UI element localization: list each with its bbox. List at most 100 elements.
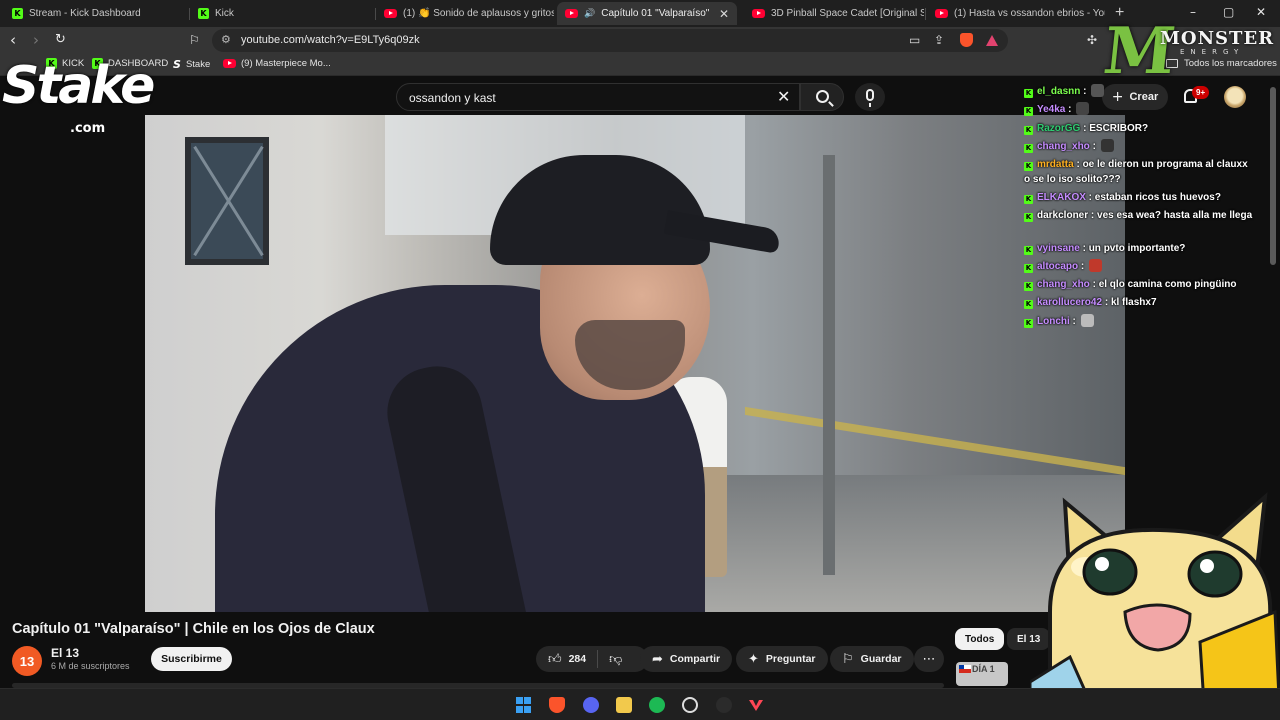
- tab-pinball[interactable]: 3D Pinball Space Cadet [Original Sou: [744, 2, 924, 25]
- maximize-icon[interactable]: ▢: [1223, 5, 1234, 19]
- kick-badge-icon: K: [1024, 162, 1033, 171]
- discord-icon[interactable]: [583, 697, 599, 713]
- voice-search-button[interactable]: [855, 83, 885, 111]
- url-text: youtube.com/watch?v=E9LTy6q09zk: [241, 34, 420, 46]
- chat-text: un pvto importante?: [1088, 243, 1186, 254]
- chat-message: Kkarollucero42 : kl flashx7: [1024, 297, 1157, 309]
- like-count[interactable]: 284: [569, 653, 587, 665]
- browser-tab-strip: K Stream - Kick Dashboard K Kick (1) 👏 S…: [0, 0, 1280, 27]
- chat-message: Kvyinsane : un pvto importante?: [1024, 243, 1186, 255]
- youtube-favicon-icon: [752, 9, 765, 18]
- brave-rewards-icon[interactable]: [986, 35, 998, 46]
- app-icon[interactable]: [716, 697, 732, 713]
- chat-username: chang_xho: [1037, 141, 1090, 152]
- share-page-icon[interactable]: ⇪: [934, 33, 944, 47]
- brave-browser-icon[interactable]: [549, 697, 565, 713]
- bookmark-stake[interactable]: S Stake: [173, 58, 210, 71]
- speaker-icon: 🔊: [584, 8, 596, 19]
- chat-username: karollucero42: [1037, 297, 1103, 308]
- reload-icon[interactable]: ↻: [55, 32, 66, 47]
- chat-message: Kchang_xho :: [1024, 139, 1254, 154]
- chat-message: Kchang_xho : el qlo camina como pingüino: [1024, 279, 1237, 291]
- sparkle-icon: ✦: [748, 651, 759, 667]
- emote-icon: [1080, 314, 1094, 327]
- save-button[interactable]: ⚐ Guardar: [830, 646, 914, 672]
- url-field[interactable]: ⚙ youtube.com/watch?v=E9LTy6q09zk: [212, 29, 1008, 52]
- minimize-icon[interactable]: –: [1190, 5, 1196, 19]
- share-button[interactable]: ➦ Compartir: [640, 646, 733, 672]
- close-tab-icon[interactable]: ✕: [719, 7, 729, 21]
- ask-button[interactable]: ✦ Preguntar: [736, 646, 828, 672]
- close-window-icon[interactable]: ✕: [1256, 5, 1266, 19]
- chat-username: altocapo: [1037, 261, 1079, 272]
- all-bookmarks-button[interactable]: Todos los marcadores: [1166, 58, 1277, 69]
- chat-text: estaban ricos tus huevos?: [1094, 192, 1221, 203]
- bookmark-page-icon[interactable]: ⚐: [189, 33, 200, 47]
- chat-message: Kdarkcloner : ves esa wea? hasta alla me…: [1024, 210, 1253, 222]
- chat-username: darkcloner: [1037, 210, 1089, 221]
- kick-badge-icon: K: [1024, 282, 1033, 291]
- video-frame-curb: [745, 406, 1125, 476]
- channel-name[interactable]: El 13: [51, 646, 79, 660]
- kick-badge-icon: K: [1024, 89, 1033, 98]
- thumbs-down-icon[interactable]: 👎︎: [609, 652, 622, 667]
- microphone-icon: [866, 89, 874, 107]
- subscribe-button[interactable]: Suscribirme: [151, 647, 232, 671]
- chat-message: Kmrdatta : oe le dieron un programa al c…: [1024, 159, 1248, 185]
- video-player[interactable]: [145, 115, 1125, 612]
- chat-text: ESCRIBOR?: [1089, 123, 1149, 134]
- site-info-icon[interactable]: ⚙: [221, 33, 231, 46]
- extensions-icon[interactable]: ✣: [1087, 33, 1097, 47]
- search-icon: [816, 90, 829, 103]
- tab-label: 3D Pinball Space Cadet [Original Sou: [771, 8, 924, 19]
- windows-start-icon[interactable]: [516, 697, 532, 713]
- stake-icon: S: [173, 58, 181, 71]
- obs-icon[interactable]: [682, 697, 698, 713]
- chip-todos[interactable]: Todos: [955, 628, 1005, 650]
- file-explorer-icon[interactable]: [616, 697, 632, 713]
- back-icon[interactable]: ‹: [10, 31, 16, 49]
- cat-eye-shine: [1200, 559, 1214, 573]
- emote-icon: [1100, 139, 1114, 152]
- spotify-icon[interactable]: [649, 697, 665, 713]
- cast-icon[interactable]: ▭: [909, 33, 920, 47]
- forward-icon[interactable]: ›: [33, 31, 39, 49]
- related-video-thumbnail[interactable]: DÍA 1: [956, 662, 1008, 686]
- video-title: Capítulo 01 "Valparaíso" | Chile en los …: [12, 621, 375, 637]
- like-divider: [597, 650, 599, 668]
- tab-kick-dashboard[interactable]: K Stream - Kick Dashboard: [4, 2, 188, 25]
- kick-badge-icon: K: [1024, 144, 1033, 153]
- share-icon: ➦: [652, 651, 663, 667]
- emote-icon: [1089, 259, 1103, 272]
- chat-username: vyinsane: [1037, 243, 1080, 254]
- tab-capitulo-01-active[interactable]: 🔊 Capítulo 01 "Valparaíso" | Chi ✕: [557, 2, 737, 25]
- thumbs-up-icon[interactable]: 👍︎: [548, 652, 562, 667]
- valorant-icon[interactable]: [748, 697, 764, 713]
- search-input[interactable]: ossandon y kast ✕: [396, 83, 800, 111]
- tab-aplausos[interactable]: (1) 👏 Sonido de aplausos y gritos d: [376, 2, 554, 25]
- youtube-icon: [223, 59, 236, 68]
- kick-badge-icon: K: [1024, 126, 1033, 135]
- more-dots-icon: ⋯: [922, 651, 936, 667]
- kick-badge-icon: K: [1024, 319, 1033, 328]
- cat-eye-left: [1082, 548, 1138, 596]
- page-scrollbar[interactable]: [1270, 87, 1276, 265]
- youtube-favicon-icon: [935, 9, 948, 18]
- bookmarks-bar: K KICK K DASHBOARD S Stake (9) Masterpie…: [0, 54, 1280, 76]
- clear-search-icon[interactable]: ✕: [777, 87, 790, 106]
- stake-logo-overlay: Stake: [2, 56, 155, 116]
- tab-kick[interactable]: K Kick: [190, 2, 374, 25]
- windows-taskbar: [0, 688, 1280, 720]
- more-actions-button[interactable]: ⋯: [914, 646, 944, 672]
- bookmark-label: (9) Masterpiece Mo...: [241, 58, 331, 69]
- address-bar-row: ‹ › ↻ ⚐ ⚙ youtube.com/watch?v=E9LTy6q09z…: [0, 27, 1280, 54]
- kick-badge-icon: K: [1024, 213, 1033, 222]
- share-label: Compartir: [669, 653, 721, 665]
- search-button[interactable]: [800, 83, 844, 111]
- bookmark-masterpiece[interactable]: (9) Masterpiece Mo...: [223, 58, 331, 69]
- tab-hasta-vs-ossandon[interactable]: (1) Hasta vs ossandon ebrios - YouTu: [927, 2, 1105, 25]
- channel-avatar[interactable]: 13: [12, 646, 42, 676]
- tab-label: Stream - Kick Dashboard: [29, 8, 141, 19]
- monster-logo-subtext: ENERGY: [1180, 48, 1245, 56]
- brave-shields-icon[interactable]: [960, 33, 973, 47]
